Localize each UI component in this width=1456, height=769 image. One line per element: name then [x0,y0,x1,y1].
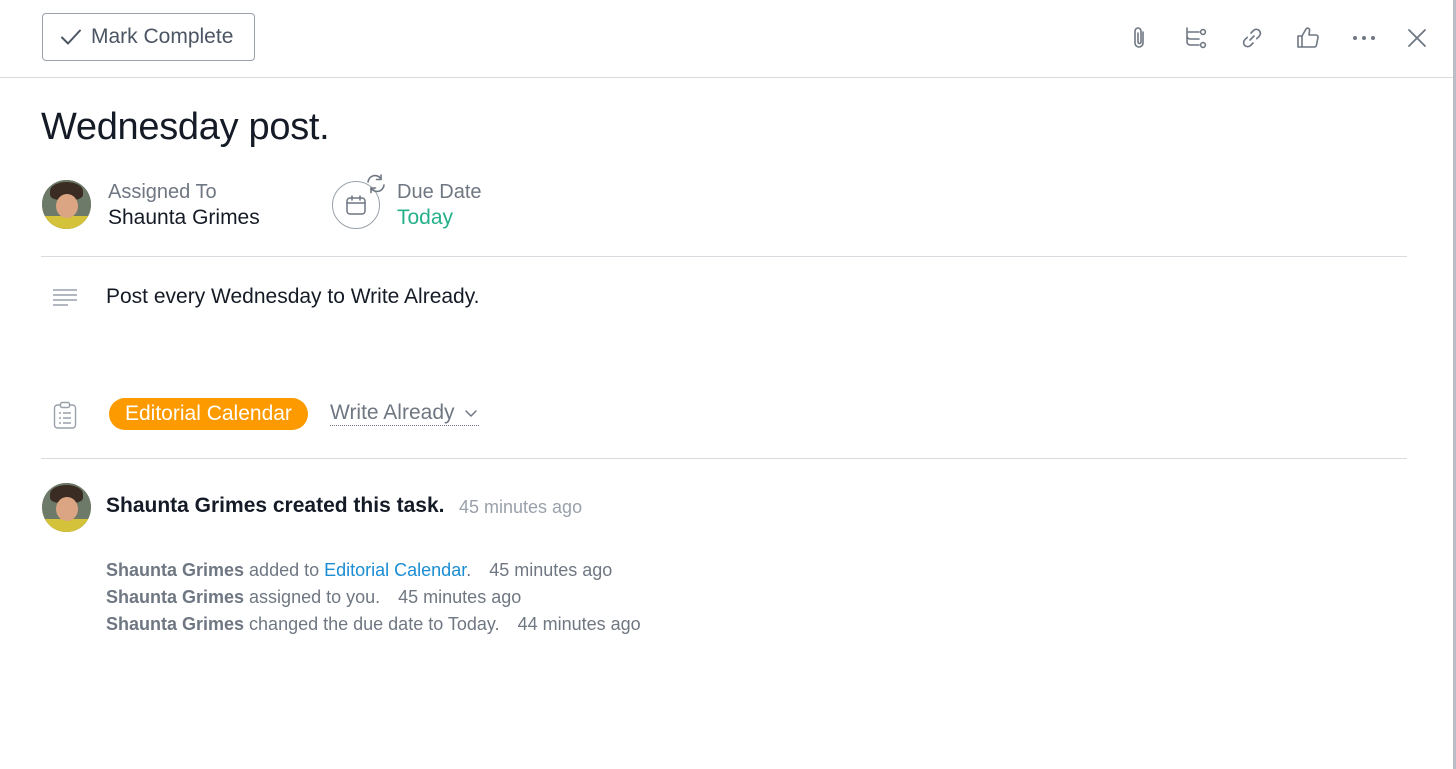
close-button[interactable] [1401,22,1433,54]
ellipsis-icon [1353,36,1375,40]
story-item: Shaunta Grimes changed the due date to T… [106,614,641,635]
close-icon [1408,29,1426,47]
chevron-down-icon [464,410,477,417]
section-dropdown[interactable]: Write Already [330,401,479,426]
like-button[interactable] [1292,22,1324,54]
subtasks-button[interactable] [1180,22,1212,54]
task-description[interactable]: Post every Wednesday to Write Already. [106,285,480,309]
task-toolbar: Mark Complete [0,0,1453,78]
story-author[interactable]: Shaunta Grimes [106,560,244,580]
mark-complete-button[interactable]: Mark Complete [42,13,255,61]
project-tag[interactable]: Editorial Calendar [109,398,308,430]
thumbs-up-icon [1297,27,1319,48]
paperclip-icon [1134,27,1144,48]
subtask-icon [1186,27,1207,49]
attachment-button[interactable] [1124,22,1156,54]
story-suffix: . [466,560,472,580]
calendar-icon [346,195,366,215]
assigned-to-label: Assigned To [108,181,217,203]
story-timestamp[interactable]: 45 minutes ago [489,560,612,580]
project-link[interactable]: Editorial Calendar [324,560,466,580]
story-item: Shaunta Grimes assigned to you. 45 minute… [106,587,521,608]
story-author[interactable]: Shaunta Grimes [106,614,244,634]
story-item: Shaunta Grimes added to Editorial Calend… [106,560,612,581]
story-timestamp[interactable]: 45 minutes ago [398,587,521,607]
due-date-value[interactable]: Today [397,206,453,230]
section-label: Write Already [330,401,455,424]
copy-link-button[interactable] [1236,22,1268,54]
project-icon [53,401,77,429]
story-created: Shaunta Grimes created this task. [106,494,445,517]
story-timestamp[interactable]: 44 minutes ago [518,614,641,634]
task-title[interactable]: Wednesday post. [41,106,330,149]
divider [41,256,1407,257]
assignee-name[interactable]: Shaunta Grimes [108,206,260,230]
story-action: added to [244,560,325,580]
creator-avatar[interactable] [42,483,91,532]
story-timestamp[interactable]: 45 minutes ago [459,497,582,518]
assignee-avatar[interactable] [42,180,91,229]
story-author[interactable]: Shaunta Grimes [106,587,244,607]
more-options-button[interactable] [1348,22,1380,54]
description-icon [53,289,77,306]
due-date-label: Due Date [397,181,482,203]
story-action: assigned to you. [244,587,381,607]
link-icon [1242,28,1262,48]
story-action: changed the due date to Today. [244,614,500,634]
mark-complete-label: Mark Complete [91,25,234,48]
recurrence-icon [367,174,385,194]
check-icon [61,29,81,45]
divider [41,458,1407,459]
